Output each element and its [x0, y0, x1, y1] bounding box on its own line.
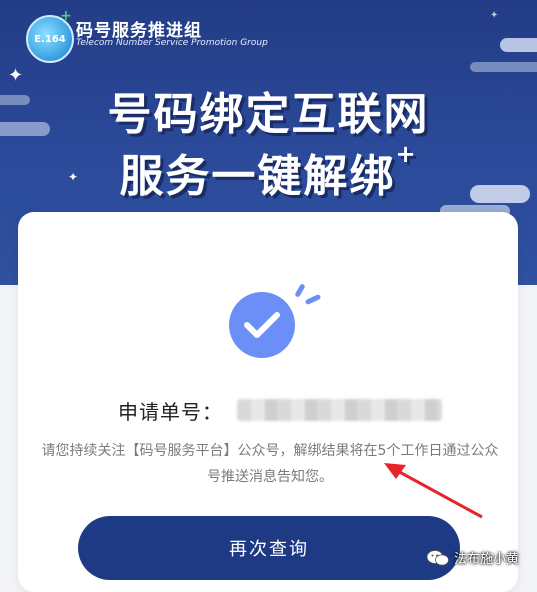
- headline-line2-wrap: 服务一键解绑+: [0, 140, 537, 204]
- cloud-decoration: [470, 62, 537, 72]
- order-number-row: 申请单号：: [118, 396, 442, 424]
- sparkle-icon: ✦: [490, 10, 499, 21]
- org-name-en: Telecom Number Service Promotion Group: [76, 38, 268, 48]
- headline-line2: 服务一键解绑: [119, 151, 396, 202]
- headline-line1: 号码绑定互联网: [107, 89, 430, 140]
- plus-icon: +: [60, 8, 72, 24]
- check-circle: [229, 292, 295, 358]
- order-number-redacted: [237, 399, 442, 421]
- watermark-text: 法布施小黄: [454, 552, 520, 567]
- order-label: 申请单号：: [118, 399, 223, 424]
- arrow-annotation-icon: [384, 463, 483, 519]
- wechat-icon: [426, 549, 449, 566]
- headline-plus: +: [395, 140, 418, 168]
- checkmark-icon: [244, 312, 280, 338]
- logo-text: E.164: [34, 33, 66, 45]
- cloud-decoration: [500, 38, 537, 52]
- requery-button[interactable]: 再次查询: [78, 516, 460, 580]
- watermark: 法布施小黄: [426, 548, 519, 567]
- success-check: [229, 292, 295, 358]
